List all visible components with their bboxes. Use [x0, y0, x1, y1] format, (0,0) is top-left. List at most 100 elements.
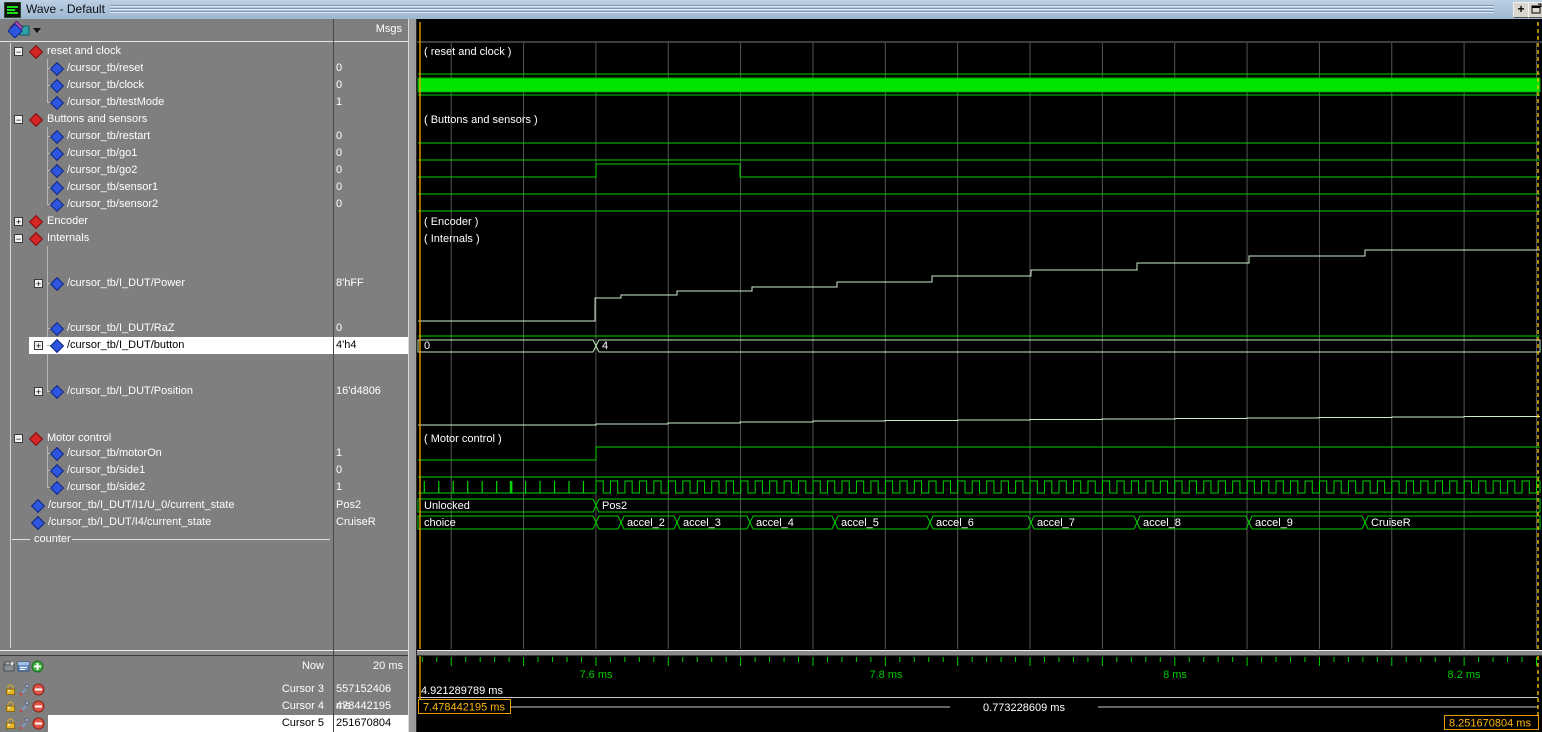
edit-cursor-icon[interactable] [18, 683, 31, 696]
signal-value: 4'h4 [336, 337, 404, 354]
cursor-delta-readout: 0.773228609 ms [983, 702, 1065, 714]
group-label: Encoder [47, 213, 88, 230]
now-value: 20 ms [330, 658, 403, 675]
signal-value: 1 [336, 445, 404, 462]
tree-signal-row[interactable]: /cursor_tb/I_DUT/I4/current_stateCruiseR [0, 514, 408, 531]
cursor-5-row[interactable]: Cursor 5 251670804 ms [0, 715, 408, 732]
signal-diamond-icon [50, 181, 64, 195]
cursor-4-row[interactable]: Cursor 4 478442195 ms [0, 698, 408, 715]
expand-icon[interactable]: + [34, 387, 43, 396]
tree-group-row[interactable]: −reset and clock [0, 43, 408, 60]
signal-name: /cursor_tb/go2 [67, 162, 137, 179]
delete-cursor-icon[interactable] [32, 700, 45, 713]
signal-diamond-icon [50, 147, 64, 161]
tree-signal-row[interactable]: /cursor_tb/go10 [0, 145, 408, 162]
expand-icon[interactable]: + [34, 279, 43, 288]
delete-cursor-icon[interactable] [32, 683, 45, 696]
pane-splitter[interactable] [408, 19, 417, 732]
collapse-icon[interactable]: − [14, 234, 23, 243]
wave-window-icon [4, 2, 21, 18]
timeline-label: 8.2 ms [1447, 669, 1481, 681]
tree-group-row[interactable]: −Buttons and sensors [0, 111, 408, 128]
group-diamond-icon [29, 432, 43, 446]
signal-value: 0 [336, 196, 404, 213]
tree-signal-row[interactable]: /cursor_tb/sensor2 0 [0, 196, 408, 213]
tree-signal-row[interactable]: /cursor_tb/I_DUT/RaZ0 [0, 320, 408, 337]
svg-text:accel_7: accel_7 [1037, 517, 1075, 529]
undock-icon[interactable] [1528, 2, 1542, 18]
column-separator[interactable] [333, 19, 334, 732]
tree-signal-row[interactable]: /cursor_tb/I_DUT/I1/U_0/current_state Pos… [0, 497, 408, 514]
tree-signal-row[interactable]: +/cursor_tb/I_DUT/Position16'd4806 [0, 383, 408, 400]
titlebar-grip[interactable] [110, 5, 1494, 14]
now-row[interactable]: Now 20 ms [0, 658, 408, 675]
wave-group-label: ( Encoder ) [424, 216, 478, 228]
expand-icon[interactable]: + [14, 217, 23, 226]
tree-connector [47, 246, 48, 391]
cursor5-readout: 8.251670804 ms [1449, 718, 1531, 730]
signal-value: Pos2 [336, 497, 404, 514]
lock-cursor-icon[interactable] [4, 700, 17, 713]
timeline-settings-icon[interactable] [3, 660, 16, 673]
tree-signal-row[interactable]: +/cursor_tb/I_DUT/Power8'hFF [0, 275, 408, 292]
svg-text:Unlocked: Unlocked [424, 500, 470, 512]
signal-name: /cursor_tb/I_DUT/Position [67, 383, 193, 400]
tree-group-row[interactable]: − Internals [0, 230, 408, 247]
collapse-icon[interactable]: − [14, 47, 23, 56]
cursor-list-icon[interactable] [17, 660, 30, 673]
tree-signal-row[interactable]: /cursor_tb/reset0 [0, 60, 408, 77]
cursor-3-row[interactable]: Cursor 3 557152406 ms [0, 681, 408, 698]
signal-diamond-icon [50, 79, 64, 93]
waveform-canvas[interactable]: 04UnlockedPos2choiceaccel_2accel_3accel_… [417, 19, 1542, 650]
tree-signal-row[interactable]: /cursor_tb/sensor10 [0, 179, 408, 196]
expand-icon[interactable]: + [34, 341, 43, 350]
tree-signal-row[interactable]: /cursor_tb/restart0 [0, 128, 408, 145]
signal-diamond-icon [31, 516, 45, 530]
tree-signal-row[interactable]: /cursor_tb/go20 [0, 162, 408, 179]
timeline-ruler[interactable]: 7.6 ms7.8 ms8 ms8.2 ms4.921289789 ms7.47… [417, 656, 1542, 732]
insert-cursor-icon[interactable] [31, 660, 44, 673]
tree-inner-border [10, 43, 11, 648]
signal-name: /cursor_tb/I_DUT/I1/U_0/current_state [48, 497, 234, 514]
signal-pane-header: Msgs [0, 19, 408, 42]
signal-diamond-icon [50, 198, 64, 212]
signal-diamond-icon [31, 499, 45, 513]
tree-signal-row[interactable]: /cursor_tb/side21 [0, 479, 408, 496]
delete-cursor-icon[interactable] [32, 717, 45, 730]
signal-value: 0 [336, 145, 404, 162]
now-label: Now [110, 658, 324, 675]
tree-signal-row[interactable]: +/cursor_tb/I_DUT/button4'h4 [0, 337, 408, 354]
signal-diamond-icon [50, 130, 64, 144]
tree-signal-row[interactable]: /cursor_tb/motorOn 1 [0, 445, 408, 462]
cursor4-readout: 7.478442195 ms [423, 702, 505, 714]
chevron-down-icon[interactable] [33, 28, 41, 33]
tree-signal-row[interactable]: /cursor_tb/side10 [0, 462, 408, 479]
expand-button[interactable]: + [1513, 2, 1529, 18]
tree-signal-row[interactable]: /cursor_tb/clock0 [0, 77, 408, 94]
tree-signal-row[interactable]: /cursor_tb/testMode1 [0, 94, 408, 111]
signal-diamond-icon [50, 481, 64, 495]
divider-line [72, 539, 330, 540]
timeline-label: 8 ms [1163, 669, 1187, 681]
signal-value: 0 [336, 128, 404, 145]
tree-group-row[interactable]: + Encoder [0, 213, 408, 230]
svg-text:accel_6: accel_6 [936, 517, 974, 529]
collapse-icon[interactable]: − [14, 434, 23, 443]
divider-label: counter [34, 531, 71, 548]
edit-cursor-icon[interactable] [18, 700, 31, 713]
signal-diamond-icon [50, 464, 64, 478]
title-bar[interactable]: Wave - Default + [0, 0, 1542, 20]
signal-value: 1 [336, 479, 404, 496]
signal-name: /cursor_tb/motorOn [67, 445, 162, 462]
signal-name: /cursor_tb/sensor2 [67, 196, 158, 213]
lock-cursor-icon[interactable] [4, 683, 17, 696]
edit-cursor-icon[interactable] [18, 717, 31, 730]
collapse-icon[interactable]: − [14, 115, 23, 124]
group-label: Internals [47, 230, 89, 247]
signal-diamond-icon [50, 447, 64, 461]
tree-divider-row[interactable]: counter [0, 531, 408, 548]
svg-text:choice: choice [424, 517, 456, 529]
add-wave-icon[interactable] [8, 21, 34, 43]
msgs-column-header[interactable]: Msgs [330, 23, 402, 35]
lock-cursor-icon[interactable] [4, 717, 17, 730]
